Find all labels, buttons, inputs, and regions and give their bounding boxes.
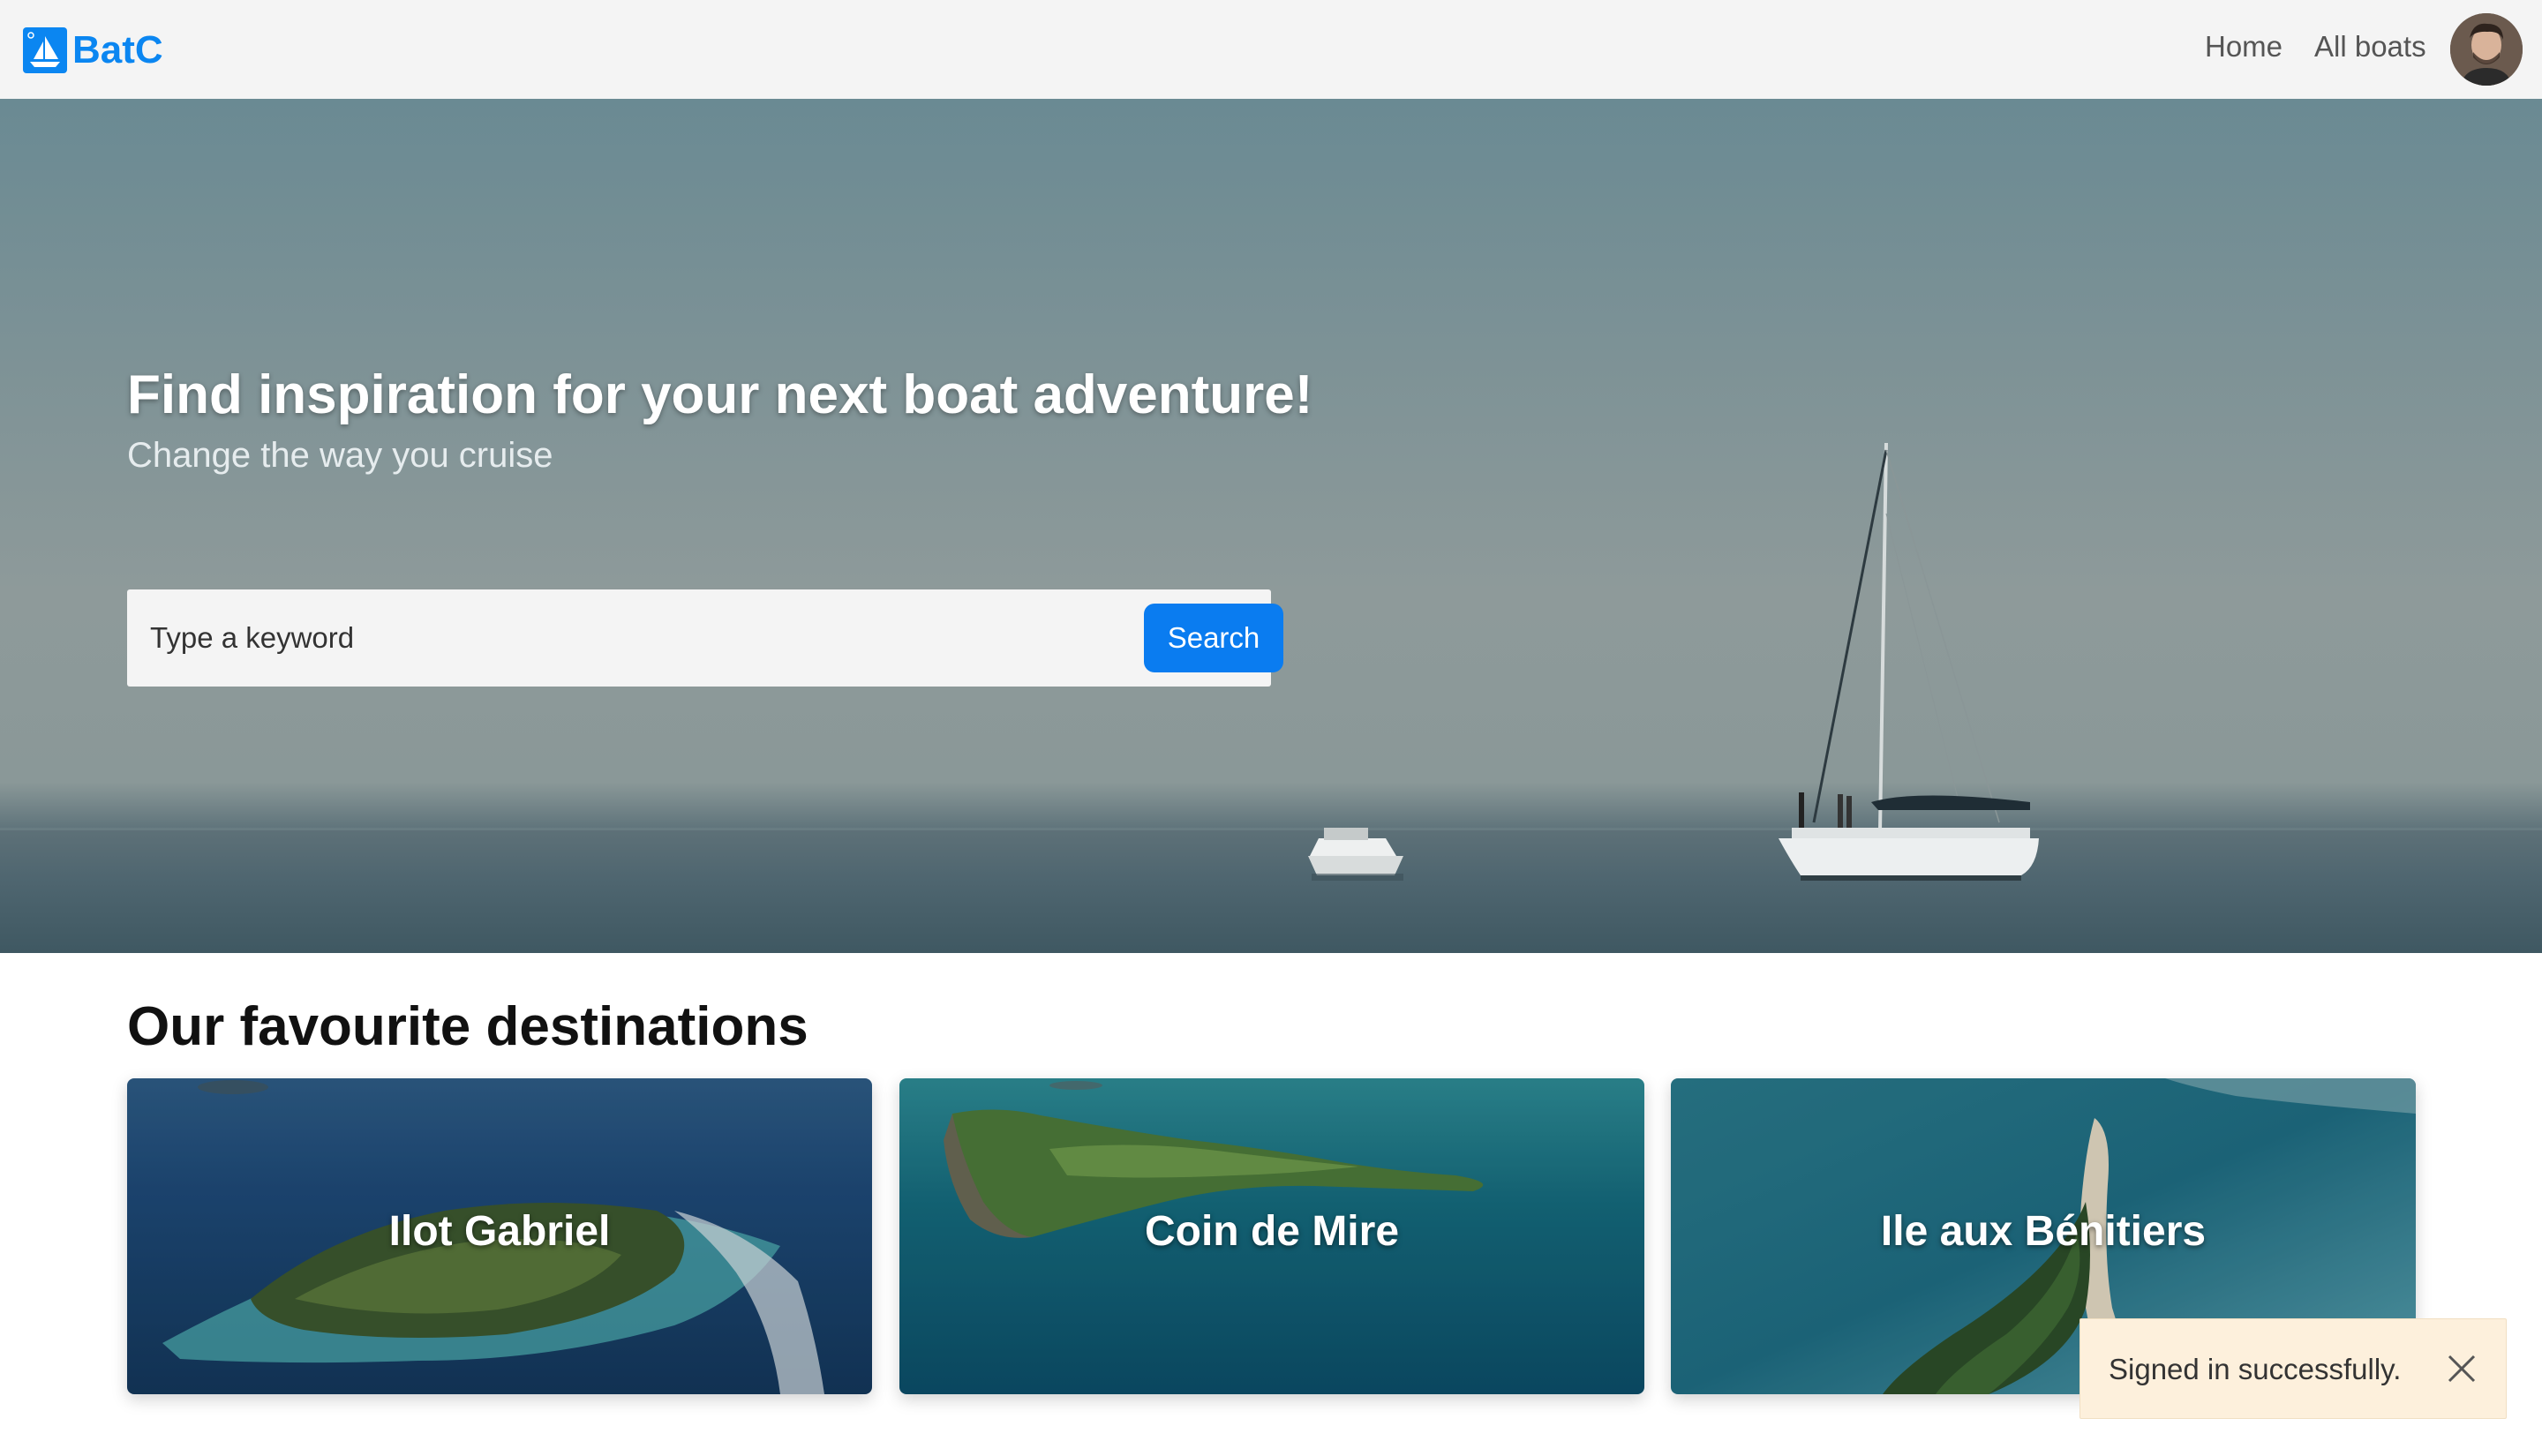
signin-toast: Signed in successfully. (2079, 1318, 2507, 1419)
destination-card[interactable]: Coin de Mire (899, 1078, 1644, 1394)
nav-home-link[interactable]: Home (2205, 30, 2283, 64)
destination-name: Ile aux Bénitiers (1880, 1208, 2207, 1255)
brand-logo-link[interactable]: BatC (23, 26, 163, 74)
user-avatar[interactable] (2450, 13, 2523, 86)
search-button[interactable]: Search (1144, 604, 1283, 672)
brand-name: BatC (72, 28, 163, 71)
destinations-title: Our favourite destinations (127, 996, 808, 1057)
navbar: BatC Home All boats (0, 0, 2542, 99)
sailboat-image (1779, 442, 2039, 881)
destination-card[interactable]: Ilot Gabriel (127, 1078, 872, 1394)
search-input[interactable] (150, 616, 1033, 660)
nav-all-boats-link[interactable]: All boats (2314, 30, 2426, 64)
sailboat-icon (23, 27, 67, 73)
hero-subtitle: Change the way you cruise (127, 436, 553, 475)
toast-message: Signed in successfully. (2109, 1353, 2402, 1385)
close-icon[interactable] (2444, 1351, 2479, 1386)
destination-name: Coin de Mire (1144, 1208, 1400, 1255)
search-box: Search (127, 589, 1283, 687)
motorboat-image (1308, 828, 1403, 881)
hero-banner: Find inspiration for your next boat adve… (0, 99, 2542, 953)
destination-name: Ilot Gabriel (388, 1208, 611, 1255)
hero-boats-illustration (0, 442, 2542, 881)
hero-title: Find inspiration for your next boat adve… (127, 364, 1313, 425)
